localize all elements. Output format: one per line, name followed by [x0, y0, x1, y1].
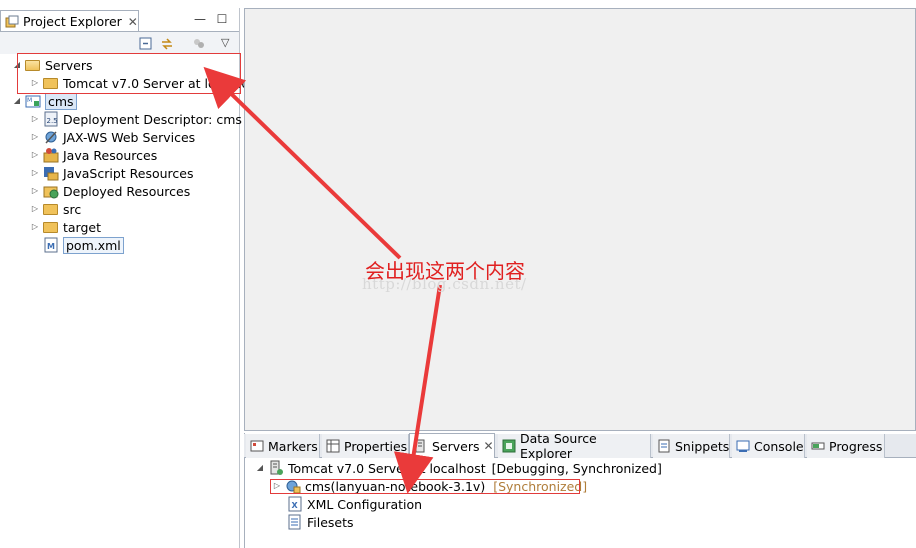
- annotation-text: 会出现这两个内容: [365, 259, 525, 283]
- arrow-to-servers: [203, 66, 402, 260]
- arrow-to-module: [393, 284, 442, 494]
